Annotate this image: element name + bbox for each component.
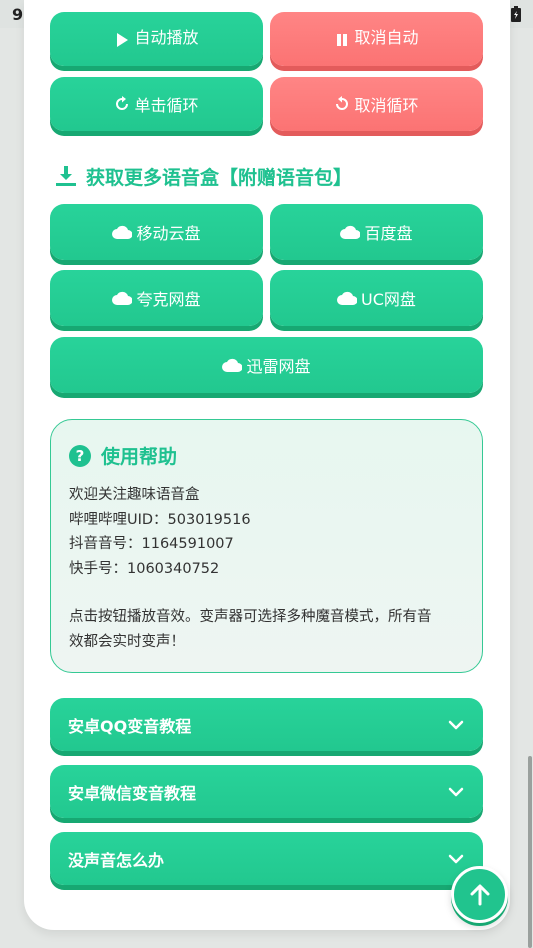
cancel-loop-button[interactable]: 取消循环 — [270, 77, 483, 131]
accordion-label: 安卓微信变音教程 — [68, 783, 197, 803]
cloud-icon — [112, 291, 133, 305]
cloud-button-baidu[interactable]: 百度盘 — [270, 204, 483, 260]
cloud-button-label: 百度盘 — [364, 224, 413, 243]
cancel-auto-button[interactable]: 取消自动 — [270, 12, 483, 66]
play-icon — [117, 33, 129, 47]
cloud-button-label: 夸克网盘 — [136, 290, 201, 309]
download-icon — [56, 166, 76, 186]
chevron-down-icon — [448, 787, 464, 796]
help-title: ? 使用帮助 — [69, 442, 464, 469]
cloud-icon — [222, 358, 243, 372]
cloud-icon — [112, 225, 133, 239]
cloud-button-uc[interactable]: UC网盘 — [270, 270, 483, 326]
cloud-icon — [337, 291, 358, 305]
cloud-button-label: 迅雷网盘 — [246, 357, 311, 376]
scrollbar[interactable] — [528, 756, 532, 948]
cancel-auto-label: 取消自动 — [354, 28, 419, 47]
redo-icon — [116, 96, 129, 110]
accordion-qq-tutorial[interactable]: 安卓QQ变音教程 — [50, 698, 483, 751]
accordion-label: 没声音怎么办 — [68, 850, 165, 870]
cloud-button-label: UC网盘 — [361, 290, 416, 309]
arrow-up-icon — [470, 884, 489, 905]
auto-play-button[interactable]: 自动播放 — [50, 12, 263, 66]
scroll-to-top-button[interactable] — [451, 866, 508, 923]
battery-icon — [511, 6, 521, 22]
accordion-label: 安卓QQ变音教程 — [68, 716, 192, 736]
help-line: 抖音音号：1164591007 — [69, 536, 234, 552]
help-line: 欢迎关注趣味语音盒 — [69, 487, 200, 503]
undo-icon — [336, 96, 349, 110]
cloud-button-quark[interactable]: 夸克网盘 — [50, 270, 263, 326]
question-icon: ? — [69, 444, 91, 467]
chevron-down-icon — [448, 854, 464, 863]
accordion-no-sound[interactable]: 没声音怎么办 — [50, 832, 483, 885]
cloud-button-xunlei[interactable]: 迅雷网盘 — [50, 337, 483, 393]
chevron-down-icon — [448, 720, 464, 729]
auto-play-label: 自动播放 — [134, 28, 199, 47]
cloud-button-mobile[interactable]: 移动云盘 — [50, 204, 263, 260]
help-title-text: 使用帮助 — [101, 446, 178, 468]
download-title-text: 获取更多语音盒【附赠语音包】 — [86, 166, 353, 189]
help-note: 效都会实时变声！ — [69, 633, 185, 650]
cloud-button-label: 移动云盘 — [136, 224, 201, 243]
help-panel: ? 使用帮助 欢迎关注趣味语音盒 哔哩哔哩UID：503019516 抖音音号：… — [50, 419, 483, 673]
download-section-title: 获取更多语音盒【附赠语音包】 — [54, 160, 352, 192]
help-note: 点击按钮播放音效。变声器可选择多种魔音模式，所有音 — [69, 609, 432, 625]
cloud-icon — [340, 225, 361, 239]
accordion-wechat-tutorial[interactable]: 安卓微信变音教程 — [50, 765, 483, 818]
help-line: 快手号：1060340752 — [69, 560, 220, 577]
cancel-loop-label: 取消循环 — [354, 96, 419, 115]
help-line: 哔哩哔哩UID：503019516 — [69, 511, 251, 528]
single-loop-button[interactable]: 单击循环 — [50, 77, 263, 131]
pause-icon — [337, 34, 348, 46]
single-loop-label: 单击循环 — [134, 96, 199, 115]
